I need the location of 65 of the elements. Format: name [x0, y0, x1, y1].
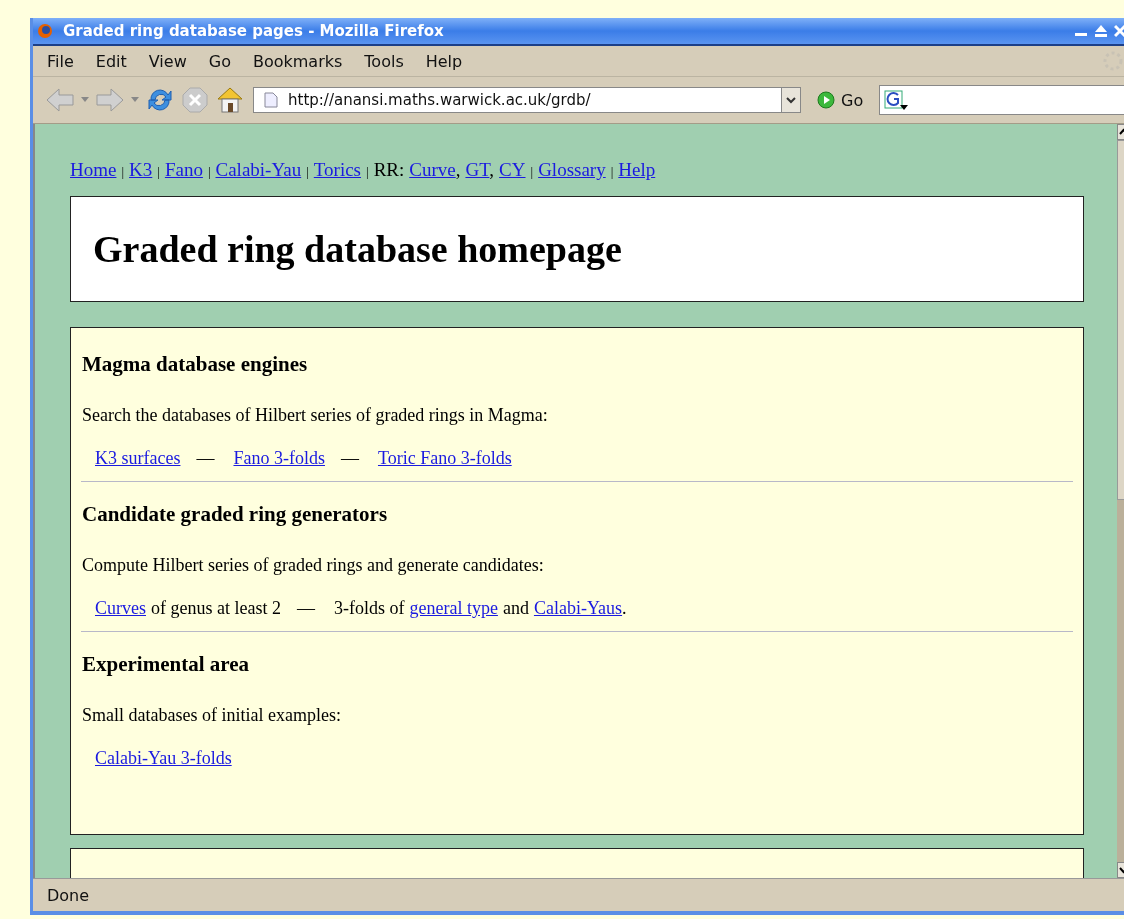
section-description: Search the databases of Hilbert series of graded rings in Magma:	[82, 405, 549, 426]
section-text: and	[502, 598, 529, 618]
dropdown-icon[interactable]	[781, 87, 801, 113]
maximize-icon[interactable]	[1094, 24, 1108, 38]
address-field[interactable]: http://anansi.maths.warwick.ac.uk/grdb/	[253, 87, 801, 113]
nav-link[interactable]: CY	[499, 159, 526, 180]
section-heading: Candidate graded ring generators	[82, 502, 389, 527]
page-title: Graded ring database homepage	[93, 227, 622, 271]
section-description: Small databases of initial examples:	[82, 705, 342, 726]
section-link[interactable]: general type	[409, 598, 498, 618]
caret-icon[interactable]	[131, 97, 139, 103]
dash-text: —	[340, 448, 359, 468]
section-heading: Experimental area	[82, 652, 250, 677]
section-description: Compute Hilbert series of graded rings and generate candidates:	[82, 555, 545, 576]
menu-item[interactable]: Help	[425, 51, 463, 71]
play-icon	[817, 91, 835, 109]
separator-text: |	[207, 164, 211, 179]
browser-logo-icon	[37, 23, 53, 39]
stop-icon[interactable]	[181, 86, 209, 114]
punctuation-text: ,	[489, 159, 495, 180]
menu-item[interactable]: View	[148, 51, 187, 71]
search-engine-icon[interactable]	[884, 89, 909, 111]
menu-item[interactable]: Go	[208, 51, 231, 71]
window-title: Graded ring database pages - Mozilla Firefox	[63, 22, 445, 40]
close-icon[interactable]	[1114, 24, 1124, 38]
dash-text: —	[296, 598, 315, 618]
section-link[interactable]: Calabi-Yau 3-folds	[95, 748, 232, 768]
separator-text: |	[121, 164, 125, 179]
section-link[interactable]: K3 surfaces	[95, 448, 181, 468]
punctuation-text: ,	[455, 159, 461, 180]
search-field[interactable]	[879, 85, 1124, 115]
separator-text: |	[366, 164, 369, 179]
nav-link[interactable]: Calabi-Yau	[215, 159, 302, 180]
caret-icon[interactable]	[81, 97, 89, 103]
menu-item[interactable]: File	[47, 51, 74, 71]
punctuation-text: .	[622, 598, 627, 618]
dash-text: —	[196, 448, 215, 468]
go-button[interactable]: Go	[807, 90, 874, 110]
menu-item[interactable]: Edit	[95, 51, 127, 71]
separator-text: |	[157, 164, 160, 179]
section-text: of genus at least 2	[151, 598, 281, 618]
status-text: Done	[47, 885, 90, 905]
separator-text: |	[610, 164, 614, 179]
nav-link[interactable]: Home	[70, 159, 117, 180]
section-text: 3-folds of	[333, 598, 405, 618]
nav-link[interactable]: Help	[618, 159, 656, 180]
nav-link[interactable]: Torics	[313, 159, 361, 180]
page-icon	[264, 92, 278, 108]
separator-text: |	[306, 164, 309, 179]
section-heading: Magma database engines	[82, 352, 309, 377]
home-icon[interactable]	[215, 86, 245, 114]
nav-link[interactable]: Fano	[164, 159, 203, 180]
menu-item[interactable]: Tools	[364, 51, 404, 71]
section-link[interactable]: Fano 3-folds	[233, 448, 325, 468]
section-link[interactable]: Curves	[95, 598, 146, 618]
section-link[interactable]: Calabi-Yaus	[533, 598, 623, 618]
nav-link[interactable]: Glossary	[538, 159, 606, 180]
section-link[interactable]: Toric Fano 3-folds	[377, 448, 512, 468]
nav-link[interactable]: Curve	[409, 159, 456, 180]
separator-text: |	[530, 164, 534, 179]
nav-label: RR:	[373, 159, 405, 180]
nav-link[interactable]: K3	[129, 159, 153, 180]
menu-item[interactable]: Bookmarks	[252, 51, 343, 71]
reload-icon[interactable]	[145, 86, 175, 114]
nav-link[interactable]: GT	[465, 159, 490, 180]
